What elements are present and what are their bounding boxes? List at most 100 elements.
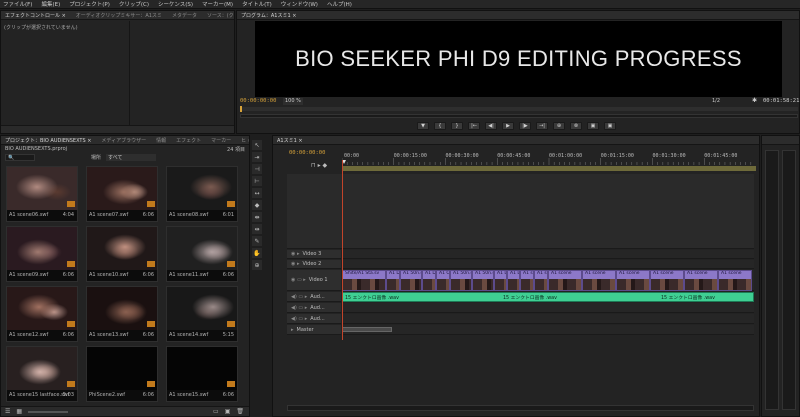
program-viewer[interactable]: BIO SEEKER PHI D9 EDITING PROGRESS: [255, 21, 782, 97]
project-item[interactable]: A1 scene06.swf 4:04: [6, 166, 78, 222]
project-item[interactable]: PhiScene2.swf 6:06: [86, 346, 158, 402]
track-header-audio3[interactable]: ◀) ▭ ▸ Aud...: [287, 314, 341, 324]
tab-project-5[interactable]: ヒ »: [241, 137, 249, 144]
selection-tool-icon[interactable]: ↖: [252, 140, 262, 150]
video-clip[interactable]: A1 50n.sv: [400, 270, 422, 291]
rolling-edit-tool-icon[interactable]: ⊢: [252, 176, 262, 186]
menu-item[interactable]: タイトル(T): [242, 0, 272, 8]
track-lane-audio2[interactable]: [342, 303, 754, 313]
track-toggle-icon[interactable]: ◉ ▸: [291, 251, 299, 257]
track-header-video2[interactable]: ◉ ▸ Video 2: [287, 260, 341, 269]
video-clip[interactable]: A1 scene: [684, 270, 718, 291]
tab-project-0[interactable]: プロジェクト：BIO AUDIENSEXTS ×: [5, 137, 91, 144]
project-item[interactable]: A1 scene10.swf 6:06: [86, 226, 158, 282]
video-clip[interactable]: A1 sce: [520, 270, 534, 291]
project-item[interactable]: A1 scene12.swf 6:06: [6, 286, 78, 342]
video-clip[interactable]: A1 scene: [548, 270, 582, 291]
track-header-audio2[interactable]: ◀) ▭ ▸ Aud...: [287, 303, 341, 313]
video-clip[interactable]: A1 scene: [616, 270, 650, 291]
video-clip[interactable]: A1 Di: [494, 270, 507, 291]
hand-tool-icon[interactable]: ✋: [252, 248, 262, 258]
empty-track-area[interactable]: [287, 174, 754, 249]
wrench-icon[interactable]: ✱: [752, 97, 757, 104]
program-scrubber[interactable]: [240, 106, 798, 112]
transport-button-9[interactable]: ⊗: [570, 122, 582, 130]
transport-button-3[interactable]: |←: [468, 122, 480, 130]
video-clip[interactable]: A1 scene: [718, 270, 752, 291]
menu-item[interactable]: クリップ(C): [119, 0, 149, 8]
search-input[interactable]: 🔍: [5, 154, 35, 161]
video-clip[interactable]: A1 scene: [582, 270, 616, 291]
video-clip[interactable]: A1 50n.sv: [472, 270, 494, 291]
slip-tool-icon[interactable]: ⇼: [252, 212, 262, 222]
timeline-timecode[interactable]: 00:00:00:00: [289, 150, 325, 156]
tab-program[interactable]: プログラム：A1スミ1 ×: [241, 12, 296, 19]
transport-button-11[interactable]: ▣: [604, 122, 616, 130]
pen-tool-icon[interactable]: ✎: [252, 236, 262, 246]
track-header-video3[interactable]: ◉ ▸ Video 3: [287, 250, 341, 259]
snap-icon[interactable]: ⊓ ▸ ◆: [311, 162, 327, 169]
ripple-edit-tool-icon[interactable]: ⊣: [252, 164, 262, 174]
playhead[interactable]: [240, 106, 242, 112]
tab-project-3[interactable]: エフェクト: [176, 137, 201, 144]
transport-button-7[interactable]: →|: [536, 122, 548, 130]
track-lane-video3[interactable]: [342, 250, 754, 259]
transport-button-1[interactable]: {: [434, 122, 446, 130]
icon-view-icon[interactable]: ▦: [16, 408, 22, 415]
transport-button-10[interactable]: ▣: [587, 122, 599, 130]
video-clip[interactable]: A1 scene: [650, 270, 684, 291]
transport-button-0[interactable]: ▼: [417, 122, 429, 130]
tab-source-3[interactable]: ソース：(クリップなし): [207, 12, 234, 19]
transport-button-2[interactable]: }: [451, 122, 463, 130]
video-clip[interactable]: A1 Dif: [386, 270, 400, 291]
transport-button-6[interactable]: |▶: [519, 122, 531, 130]
folder-icon[interactable]: ▭: [213, 408, 219, 415]
project-item[interactable]: A1 scene13.swf 6:06: [86, 286, 158, 342]
project-item[interactable]: A1 scene07.swf 6:06: [86, 166, 158, 222]
zoom-select[interactable]: 100 %: [283, 98, 303, 105]
track-select-tool-icon[interactable]: ⇥: [252, 152, 262, 162]
rate-stretch-tool-icon[interactable]: ↔: [252, 188, 262, 198]
track-toggle-icon[interactable]: ◀) ▭ ▸: [291, 305, 307, 311]
zoom-tool-icon[interactable]: ⊕: [252, 260, 262, 270]
tab-project-2[interactable]: 情報: [156, 137, 166, 144]
timeline-scrollbar[interactable]: [287, 405, 754, 411]
menu-item[interactable]: シーケンス(S): [158, 0, 193, 8]
video-clip[interactable]: Shite/A1 Sta.sv: [342, 270, 386, 291]
program-timecode[interactable]: 00:00:00:00: [240, 98, 276, 104]
track-lane-audio3[interactable]: [342, 314, 754, 324]
track-header-video1[interactable]: ◉ ▭ ▸ Video 1: [287, 270, 341, 291]
zoom-slider[interactable]: [28, 410, 69, 413]
zoom-bar[interactable]: [240, 114, 798, 118]
track-toggle-icon[interactable]: ◀) ▭ ▸: [291, 294, 307, 300]
project-item[interactable]: A1 scene08.swf 6:01: [166, 166, 238, 222]
audio-clip[interactable]: 15 エンクトロ画像 .wav 15 エンクトロ画像 .wav 15 エンクトロ画像…: [342, 292, 754, 302]
menu-item[interactable]: マーカー(M): [202, 0, 233, 8]
menu-item[interactable]: プロジェクト(P): [69, 0, 110, 8]
tab-source-0[interactable]: エフェクトコントロール ×: [5, 12, 66, 19]
project-item[interactable]: A1 scene14.swf 5:15: [166, 286, 238, 342]
tab-source-1[interactable]: オーディオクリップミキサー：A1スミ: [76, 12, 162, 19]
resolution-select[interactable]: 1/2: [712, 98, 720, 104]
transport-button-8[interactable]: ⊕: [553, 122, 565, 130]
list-view-icon[interactable]: ☰: [5, 408, 10, 415]
track-toggle-icon[interactable]: ▸: [291, 327, 294, 333]
menu-item[interactable]: ヘルプ(H): [327, 0, 352, 8]
video-clip[interactable]: A1 50n.sv: [450, 270, 472, 291]
tab-source-2[interactable]: メタデータ: [172, 12, 197, 19]
project-item[interactable]: A1 scene15.swf 6:06: [166, 346, 238, 402]
trash-icon[interactable]: 🗑: [236, 408, 244, 415]
tab-project-1[interactable]: メディアブラウザー: [101, 137, 146, 144]
project-item[interactable]: A1 scene15 lastface.swf 5:03: [6, 346, 78, 402]
menu-item[interactable]: ウィンドウ(W): [281, 0, 318, 8]
menu-item[interactable]: ファイル(F): [3, 0, 32, 8]
razor-tool-icon[interactable]: ◆: [252, 200, 262, 210]
video-clip[interactable]: A1 sce: [534, 270, 548, 291]
playhead-line[interactable]: [342, 160, 343, 340]
new-item-icon[interactable]: ▣: [225, 408, 231, 415]
track-toggle-icon[interactable]: ◀) ▭ ▸: [291, 316, 307, 322]
video-clip[interactable]: A1 O0: [436, 270, 450, 291]
track-toggle-icon[interactable]: ◉ ▸: [291, 261, 299, 267]
video-clip[interactable]: A1 Dif: [422, 270, 436, 291]
project-item[interactable]: A1 scene09.swf 6:06: [6, 226, 78, 282]
